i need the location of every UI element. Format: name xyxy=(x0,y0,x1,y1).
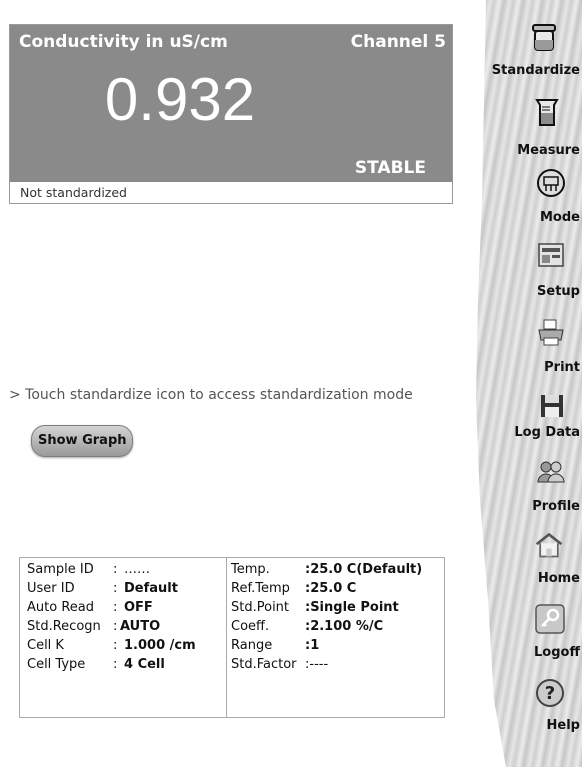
logoff-tool[interactable]: Logoff xyxy=(466,604,582,668)
info-separator: : xyxy=(113,619,118,634)
info-separator: : xyxy=(113,581,118,596)
info-label: Ref.Temp xyxy=(231,581,290,596)
help-tool[interactable]: ? Help xyxy=(466,678,582,742)
stability-status: STABLE xyxy=(354,158,426,178)
logoff-label: Logoff xyxy=(534,645,580,660)
info-value: :2.100 %/C xyxy=(305,619,384,634)
floppy-disk-icon xyxy=(541,395,563,417)
info-table: Sample ID : …… User ID : Default Auto Re… xyxy=(19,557,445,718)
profile-label: Profile xyxy=(532,499,580,514)
info-label: Std.Point xyxy=(231,600,290,615)
home-label: Home xyxy=(537,571,580,586)
help-label: Help xyxy=(546,718,580,733)
info-value: AUTO xyxy=(120,619,161,634)
info-label: Cell K xyxy=(27,638,64,653)
setup-tool[interactable]: Setup xyxy=(466,240,582,304)
profile-tool[interactable]: Profile xyxy=(466,458,582,522)
reading-value: 0.932 xyxy=(104,66,256,133)
printer-icon xyxy=(538,319,564,346)
help-icon: ? xyxy=(536,679,564,707)
channel-label: Channel 5 xyxy=(350,32,446,52)
measure-tool[interactable]: Measure xyxy=(466,90,582,162)
info-value: :Single Point xyxy=(305,600,399,615)
info-separator: : xyxy=(113,600,118,615)
hint-text: > Touch standardize icon to access stand… xyxy=(9,387,413,403)
info-label: Auto Read xyxy=(27,600,94,615)
info-label: Coeff. xyxy=(231,619,270,634)
info-value: 4 Cell xyxy=(124,657,165,672)
info-label: Range xyxy=(231,638,273,653)
mode-label: Mode xyxy=(540,210,580,225)
info-value: :25.0 C xyxy=(305,581,357,596)
info-label: Std.Factor xyxy=(231,657,297,672)
profile-users-icon xyxy=(537,461,565,483)
info-value: :25.0 C(Default) xyxy=(305,562,423,577)
info-label: Temp. xyxy=(231,562,270,577)
reading-display: Conductivity in uS/cm Channel 5 0.932 ST… xyxy=(10,25,452,182)
info-separator: : xyxy=(113,638,118,653)
log-data-tool[interactable]: Log Data xyxy=(466,390,582,454)
info-label: Sample ID xyxy=(27,562,94,577)
measure-label: Measure xyxy=(517,143,580,158)
info-separator: : xyxy=(113,562,118,577)
info-value: 1.000 /cm xyxy=(124,638,196,653)
info-label: Cell Type xyxy=(27,657,86,672)
beaker-icon xyxy=(532,24,556,51)
mode-tool[interactable]: Mode xyxy=(466,166,582,230)
info-label: Std.Recogn xyxy=(27,619,101,634)
reading-panel: Conductivity in uS/cm Channel 5 0.932 ST… xyxy=(9,24,453,204)
mode-icon xyxy=(537,169,565,197)
standardization-status: Not standardized xyxy=(20,185,127,200)
parameter-label: Conductivity in uS/cm xyxy=(19,32,228,52)
info-separator: : xyxy=(113,657,118,672)
home-icon xyxy=(535,532,563,558)
standardize-tool[interactable]: Standardize xyxy=(466,0,582,82)
print-label: Print xyxy=(544,360,580,375)
svg-text:?: ? xyxy=(545,683,555,704)
info-label: User ID xyxy=(27,581,75,596)
setup-icon xyxy=(538,243,564,267)
info-value: :---- xyxy=(305,657,329,672)
info-value: Default xyxy=(124,581,178,596)
print-tool[interactable]: Print xyxy=(466,314,582,378)
table-divider xyxy=(226,558,227,717)
info-value: :1 xyxy=(305,638,320,653)
home-tool[interactable]: Home xyxy=(466,530,582,594)
measure-beaker-icon xyxy=(535,99,559,126)
info-value: …… xyxy=(124,562,150,577)
show-graph-button[interactable]: Show Graph xyxy=(31,425,133,457)
standardize-label: Standardize xyxy=(491,63,580,78)
info-value: OFF xyxy=(124,600,153,615)
setup-label: Setup xyxy=(537,284,580,299)
key-icon xyxy=(535,604,565,634)
log-data-label: Log Data xyxy=(514,425,580,440)
